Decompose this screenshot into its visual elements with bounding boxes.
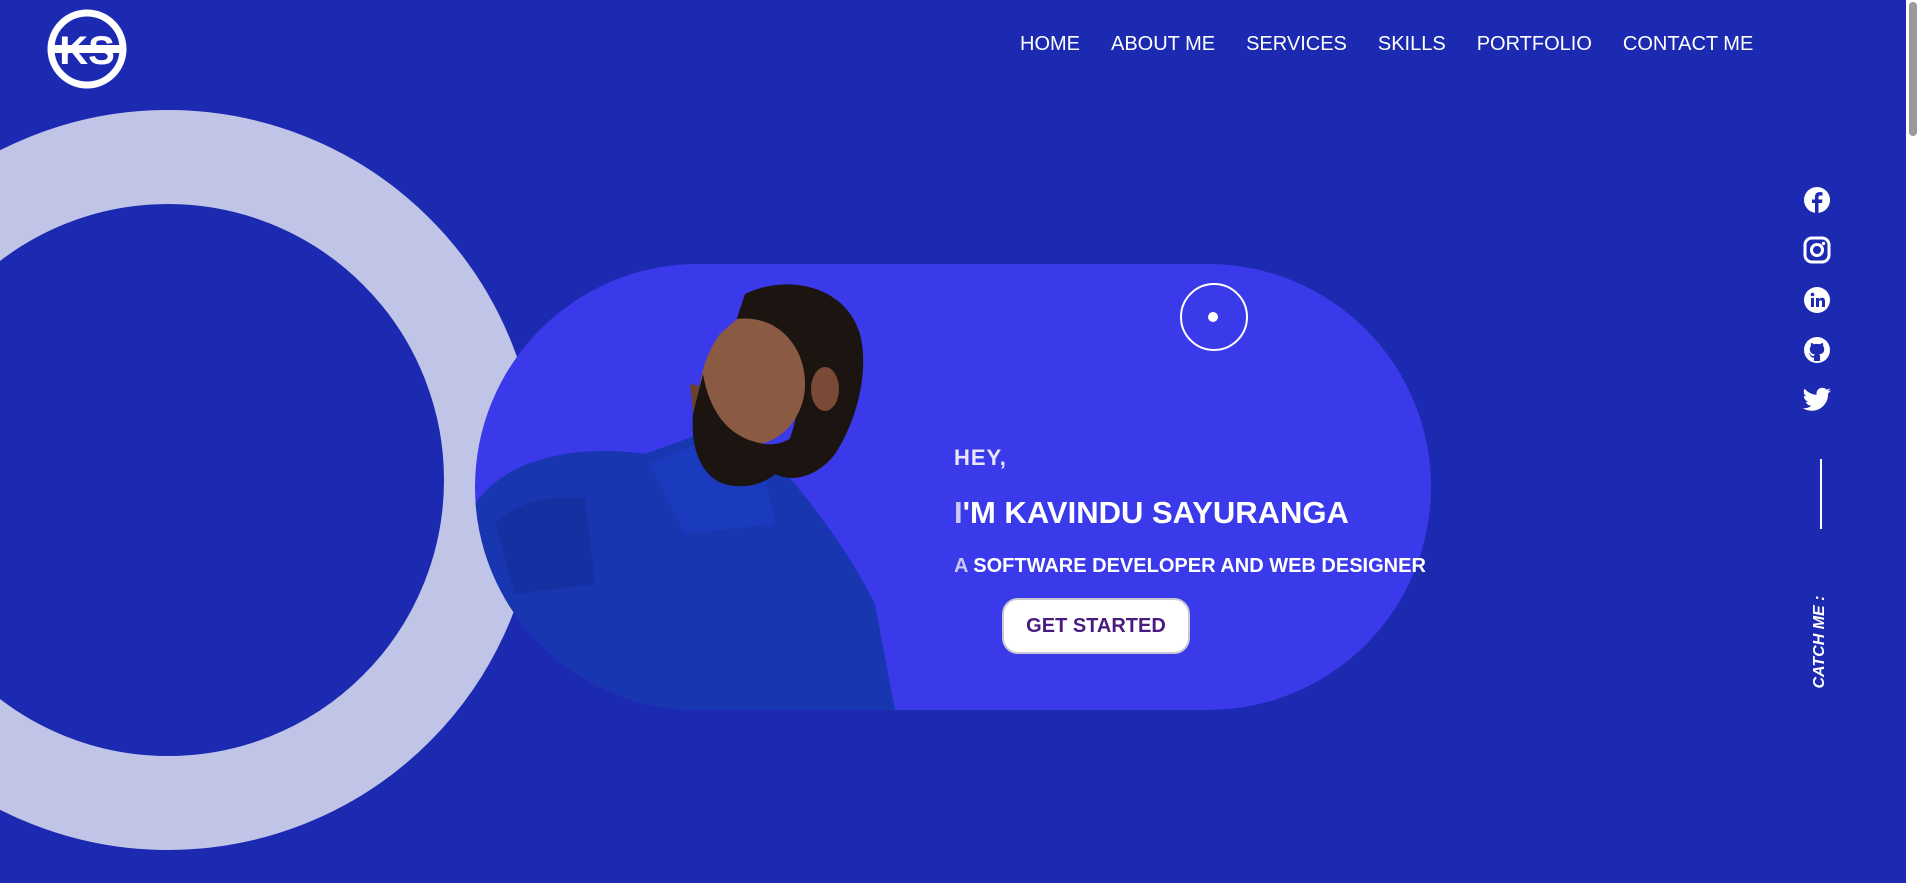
hero-name-rest: 'M KAVINDU SAYURANGA [962,495,1349,530]
catch-me-label: CATCH ME : [1811,595,1828,689]
profile-portrait-image [475,284,895,710]
linkedin-icon[interactable] [1800,283,1834,317]
hero-role-lead: A [954,555,968,577]
nav-contact-me[interactable]: CONTACT ME [1623,33,1753,56]
hero-greeting: HEY, [954,445,1007,470]
nav-portfolio[interactable]: PORTFOLIO [1477,33,1592,56]
github-icon[interactable] [1800,333,1834,367]
nav-services[interactable]: SERVICES [1246,33,1347,56]
twitter-icon[interactable] [1800,383,1834,417]
instagram-icon[interactable] [1800,233,1834,267]
scrollbar-thumb[interactable] [1909,2,1917,136]
nav-home[interactable]: HOME [1020,33,1080,56]
get-started-button[interactable]: GET STARTED [1002,598,1190,654]
hero-role: A SOFTWARE DEVELOPER AND WEB DESIGNER [954,555,1426,578]
hero-role-rest: SOFTWARE DEVELOPER AND WEB DESIGNER [967,555,1426,577]
facebook-icon[interactable] [1800,183,1834,217]
social-divider-line [1820,459,1822,529]
hero-card [475,264,1431,710]
svg-text:KS: KS [59,29,115,73]
hero-name: I'M KAVINDU SAYURANGA [954,495,1349,531]
nav-about-me[interactable]: ABOUT ME [1111,33,1215,56]
decorative-dot [1208,312,1218,322]
decorative-ring [0,110,538,850]
ks-logo-icon[interactable]: KS [46,8,128,90]
nav-skills[interactable]: SKILLS [1378,33,1446,56]
page: KS HOME ABOUT ME SERVICES SKILLS PORTFOL… [0,0,1920,883]
main-nav: HOME ABOUT ME SERVICES SKILLS PORTFOLIO … [1020,33,1784,56]
hero-name-lead: I [954,495,963,530]
